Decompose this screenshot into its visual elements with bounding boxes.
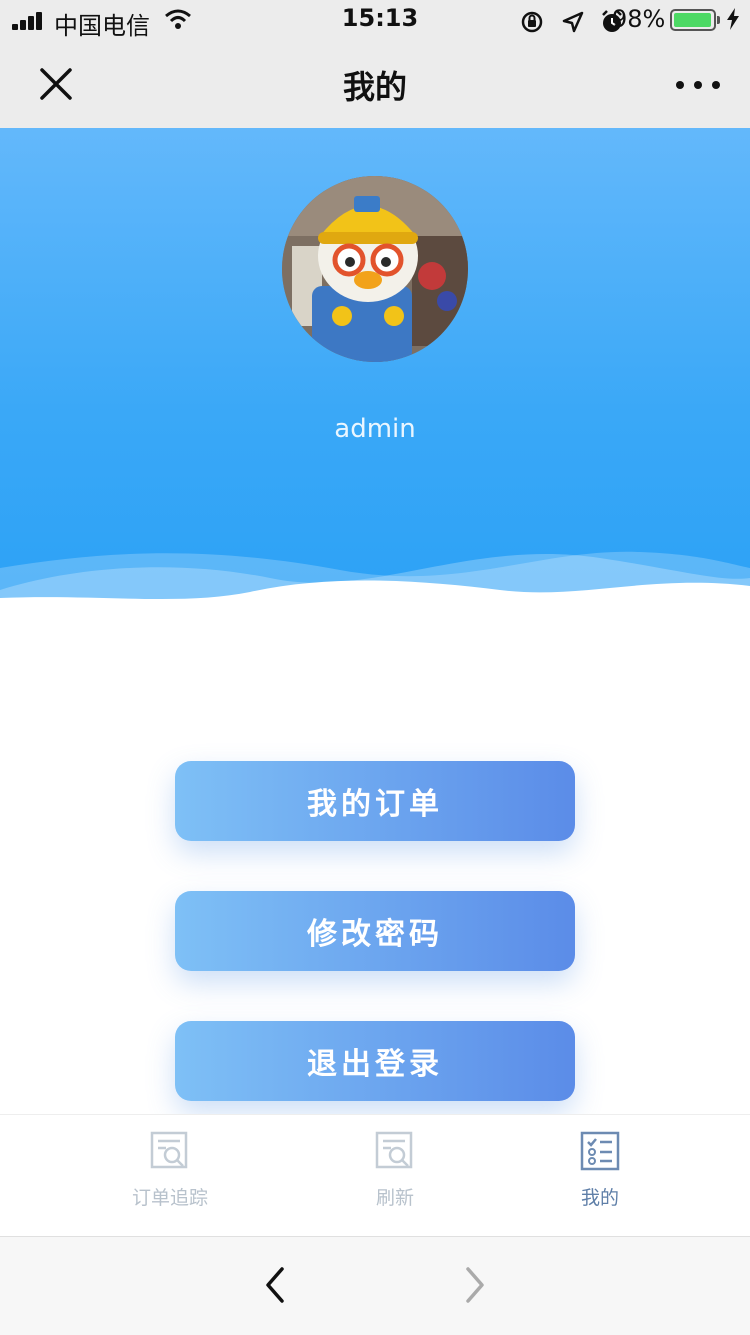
chevron-left-icon[interactable] <box>250 1259 302 1311</box>
my-orders-button[interactable]: 我的订单 <box>175 761 575 841</box>
chevron-right-icon[interactable] <box>448 1259 500 1311</box>
tab-label: 我的 <box>580 1187 619 1209</box>
refresh-search-icon <box>375 1131 413 1169</box>
status-time: 15:13 <box>341 4 419 32</box>
charging-icon <box>727 8 739 30</box>
tab-refresh[interactable]: 刷新 <box>305 1115 485 1237</box>
checklist-icon <box>580 1131 620 1171</box>
tab-mine[interactable]: 我的 <box>510 1115 690 1237</box>
battery-percent: 98% <box>612 5 666 33</box>
status-bar: 中国电信 15:13 98% <box>0 0 750 40</box>
page-title: 我的 <box>342 68 407 106</box>
rotation-lock-icon <box>521 11 543 33</box>
change-password-button[interactable]: 修改密码 <box>175 891 575 971</box>
carrier-name: 中国电信 <box>54 12 150 40</box>
logout-button[interactable]: 退出登录 <box>175 1021 575 1101</box>
tab-order-tracking[interactable]: 订单追踪 <box>80 1115 260 1237</box>
tab-bar: 订单追踪 刷新 我的 <box>0 1114 750 1237</box>
profile-header: admin <box>0 128 750 648</box>
username: admin <box>334 414 416 444</box>
more-icon[interactable] <box>676 62 720 106</box>
wifi-icon <box>165 9 191 29</box>
nav-bar: 我的 <box>0 40 750 128</box>
signal-icon <box>12 12 46 30</box>
tab-label: 刷新 <box>375 1187 414 1209</box>
tab-label: 订单追踪 <box>131 1187 208 1209</box>
order-search-icon <box>150 1131 188 1169</box>
location-icon <box>562 11 583 33</box>
header-wave-decoration <box>0 551 750 648</box>
avatar[interactable] <box>282 176 468 362</box>
battery-icon <box>670 9 720 31</box>
browser-toolbar <box>0 1236 750 1335</box>
